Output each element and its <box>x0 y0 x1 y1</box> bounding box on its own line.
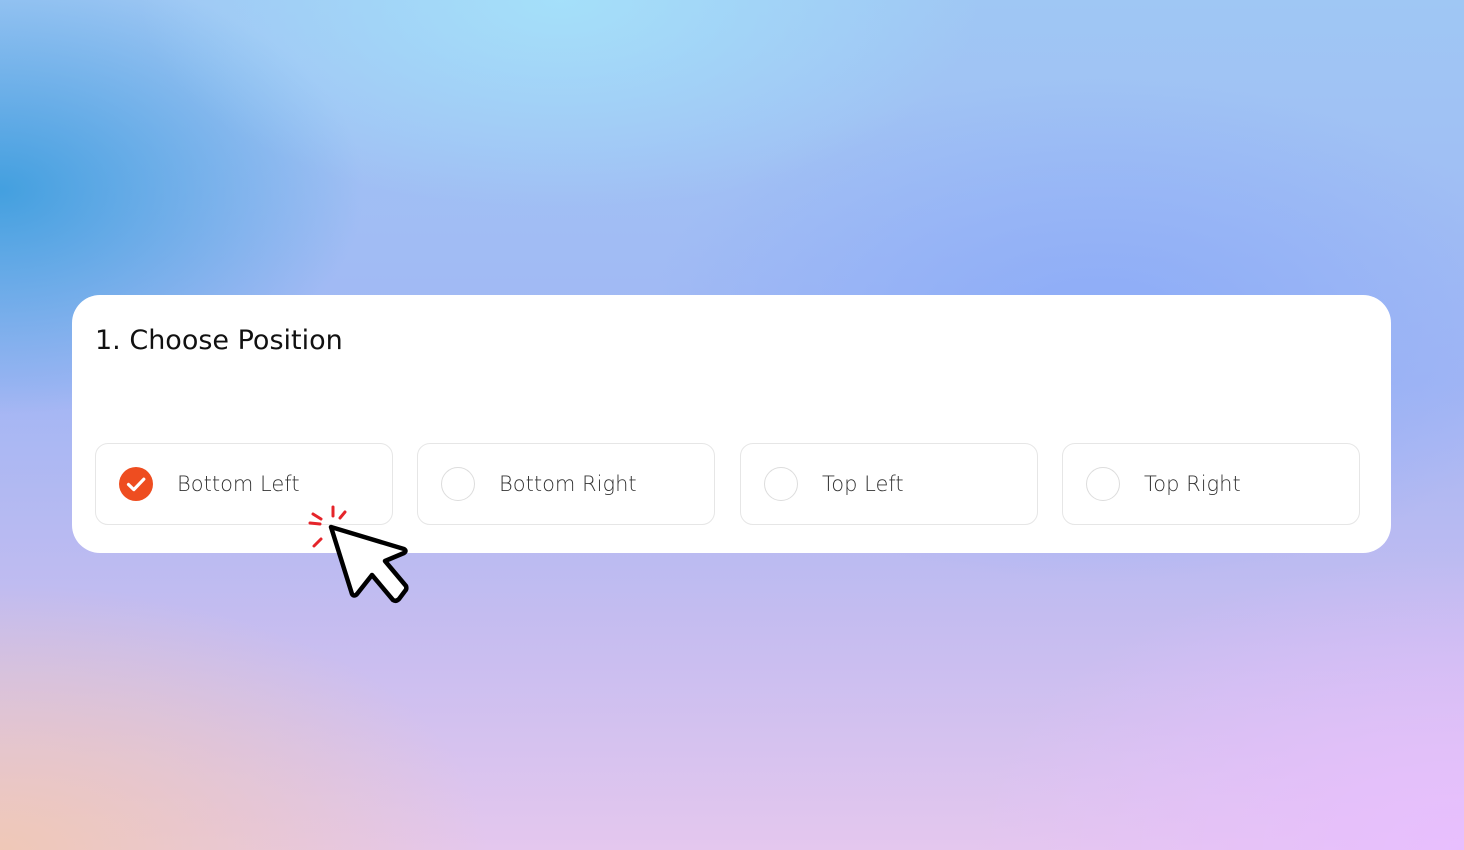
option-top-right[interactable]: Top Right <box>1062 443 1360 525</box>
radio-unchecked-icon[interactable] <box>764 467 798 501</box>
checkmark-icon <box>126 477 146 492</box>
mouse-pointer-icon <box>305 503 415 609</box>
option-label: Top Right <box>1144 472 1241 496</box>
radio-unchecked-icon[interactable] <box>1086 467 1120 501</box>
radio-checked-icon[interactable] <box>119 467 153 501</box>
option-top-left[interactable]: Top Left <box>740 443 1038 525</box>
position-options: Bottom Left Bottom Right Top Left Top Ri… <box>95 443 1361 525</box>
option-label: Top Left <box>822 472 904 496</box>
section-title: 1. Choose Position <box>95 325 343 356</box>
option-bottom-right[interactable]: Bottom Right <box>417 443 715 525</box>
option-label: Bottom Left <box>177 472 300 496</box>
option-label: Bottom Right <box>499 472 637 496</box>
radio-unchecked-icon[interactable] <box>441 467 475 501</box>
position-card: 1. Choose Position Bottom Left Bottom Ri… <box>72 295 1391 553</box>
